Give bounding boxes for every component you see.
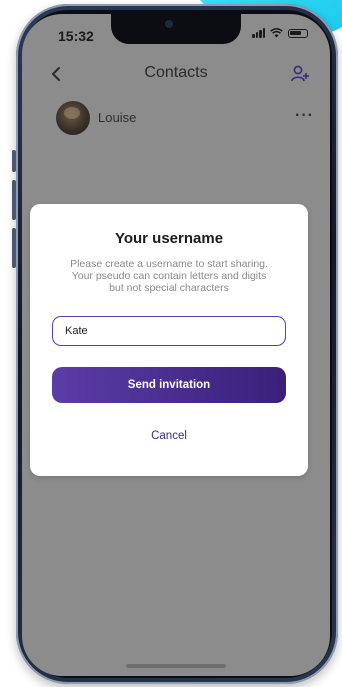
side-button-volume-up (12, 180, 16, 220)
signal-icon (252, 28, 265, 38)
wifi-icon (270, 28, 283, 38)
dialog-description-line: but not special characters (109, 282, 229, 294)
dialog-title: Your username (114, 230, 224, 247)
avatar (56, 101, 90, 135)
contact-list-item[interactable]: Louise ··· (22, 101, 330, 139)
status-icons (252, 28, 308, 38)
home-indicator (126, 664, 226, 668)
dialog-description: Please create a username to start sharin… (44, 258, 294, 294)
status-bar: 15:32 (22, 14, 330, 54)
side-button-volume-down (12, 228, 16, 268)
username-dialog: Your username Please create a username t… (30, 204, 308, 476)
cancel-button[interactable]: Cancel (30, 430, 308, 442)
page-title: Contacts (144, 64, 208, 81)
side-button-mute (12, 150, 16, 172)
stage: 15:32 Contacts Louise ··· Your username … (0, 0, 342, 687)
contact-name: Louise (98, 110, 137, 125)
dialog-description-line: Please create a username to start sharin… (70, 258, 268, 270)
username-input[interactable] (52, 316, 286, 346)
notch (111, 14, 241, 44)
send-invitation-button[interactable]: Send invitation (52, 367, 286, 403)
dialog-description-line: Your pseudo can contain letters and digi… (71, 270, 267, 282)
add-contact-icon[interactable] (288, 62, 312, 86)
camera-icon (165, 20, 173, 28)
nav-header: Contacts (22, 60, 330, 90)
more-icon[interactable]: ··· (295, 107, 314, 125)
battery-icon (288, 29, 308, 38)
status-time: 15:32 (58, 28, 94, 44)
